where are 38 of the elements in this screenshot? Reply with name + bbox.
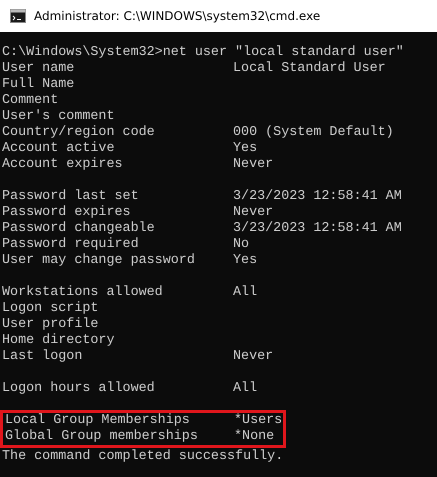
field-label: Home directory: [2, 333, 116, 349]
field-value: No: [233, 237, 250, 253]
field-value: All: [233, 381, 258, 397]
field-label: Last logon: [2, 349, 84, 365]
field-label: Password expires: [2, 205, 132, 221]
field-label: Logon hours allowed: [2, 381, 156, 397]
field-label: User's comment: [2, 109, 116, 125]
command-line: C:\Windows\System32>net user "local standard user": [2, 45, 404, 61]
field-value: 3/23/2023 12:58:41 AM: [233, 221, 402, 237]
output-message: The command completed successfully.: [2, 449, 284, 465]
field-value: Yes: [233, 253, 258, 269]
field-value: Never: [233, 205, 274, 221]
field-label: User may change password: [2, 253, 196, 269]
field-label: Country/region code: [2, 125, 156, 141]
field-value: *None: [234, 429, 274, 445]
field-value: Never: [233, 349, 274, 365]
field-label: Account expires: [2, 157, 124, 173]
field-label: User name: [2, 61, 76, 77]
field-label: User profile: [2, 317, 100, 333]
field-label: Local Group Memberships: [5, 413, 191, 429]
field-label: Full Name: [2, 77, 76, 93]
field-label: Account active: [2, 141, 116, 157]
field-value: 3/23/2023 12:58:41 AM: [233, 189, 402, 205]
field-label: Logon script: [2, 301, 100, 317]
field-value: All: [233, 285, 258, 301]
field-label: Workstations allowed: [2, 285, 164, 301]
terminal-icon: [10, 9, 26, 23]
field-value: Yes: [233, 141, 258, 157]
field-label: Password last set: [2, 189, 140, 205]
field-label: Password required: [2, 237, 140, 253]
field-value: Never: [233, 157, 274, 173]
field-value: Local Standard User: [233, 61, 386, 77]
field-value: *Users: [234, 413, 282, 429]
field-label: Password changeable: [2, 221, 156, 237]
field-label: Global Group memberships: [5, 429, 199, 445]
field-label: Comment: [2, 93, 60, 109]
field-value: 000 (System Default): [233, 125, 394, 141]
window-title: Administrator: C:\WINDOWS\system32\cmd.exe: [34, 9, 320, 23]
